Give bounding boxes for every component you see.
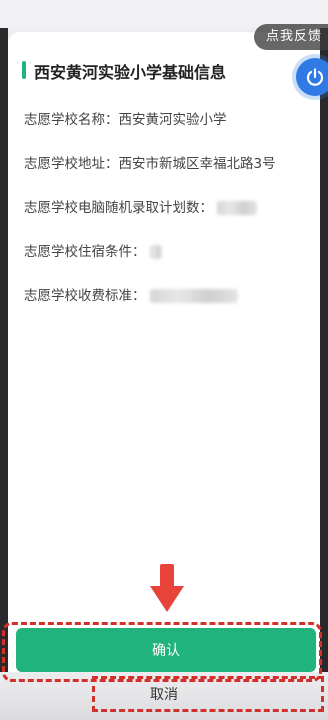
- school-address-label: 志愿学校地址：: [24, 156, 119, 172]
- dim-overlay-left: [0, 28, 8, 720]
- fee-standard-label: 志愿学校收费标准：: [24, 288, 146, 304]
- confirm-button[interactable]: 确认: [16, 628, 316, 672]
- dialog-title: 西安黄河实验小学基础信息: [34, 63, 227, 82]
- fee-standard-row: 志愿学校收费标准：: [24, 284, 238, 304]
- dim-overlay-right: [320, 28, 328, 720]
- school-name-label: 志愿学校名称：: [24, 112, 119, 128]
- accommodation-label: 志愿学校住宿条件：: [24, 244, 146, 260]
- fee-standard-value-blurred: [149, 289, 238, 303]
- power-button[interactable]: [296, 58, 328, 96]
- admission-plan-value-blurred: [217, 201, 257, 215]
- school-name-value: 西安黄河实验小学: [118, 112, 227, 128]
- power-icon: [306, 68, 324, 86]
- school-address-value: 西安市新城区幸福北路3号: [118, 156, 276, 172]
- accommodation-value-blurred: [149, 245, 162, 259]
- down-arrow-icon: [150, 564, 184, 612]
- school-name-row: 志愿学校名称：西安黄河实验小学: [24, 108, 227, 128]
- feedback-button[interactable]: 点我反馈: [253, 24, 328, 50]
- accommodation-row: 志愿学校住宿条件：: [24, 240, 162, 260]
- admission-plan-row: 志愿学校电脑随机录取计划数：: [24, 196, 257, 216]
- title-accent-bar: [22, 61, 26, 79]
- school-address-row: 志愿学校地址：西安市新城区幸福北路3号: [24, 152, 276, 172]
- admission-plan-label: 志愿学校电脑随机录取计划数：: [24, 200, 213, 216]
- cancel-button[interactable]: 取消: [0, 684, 328, 704]
